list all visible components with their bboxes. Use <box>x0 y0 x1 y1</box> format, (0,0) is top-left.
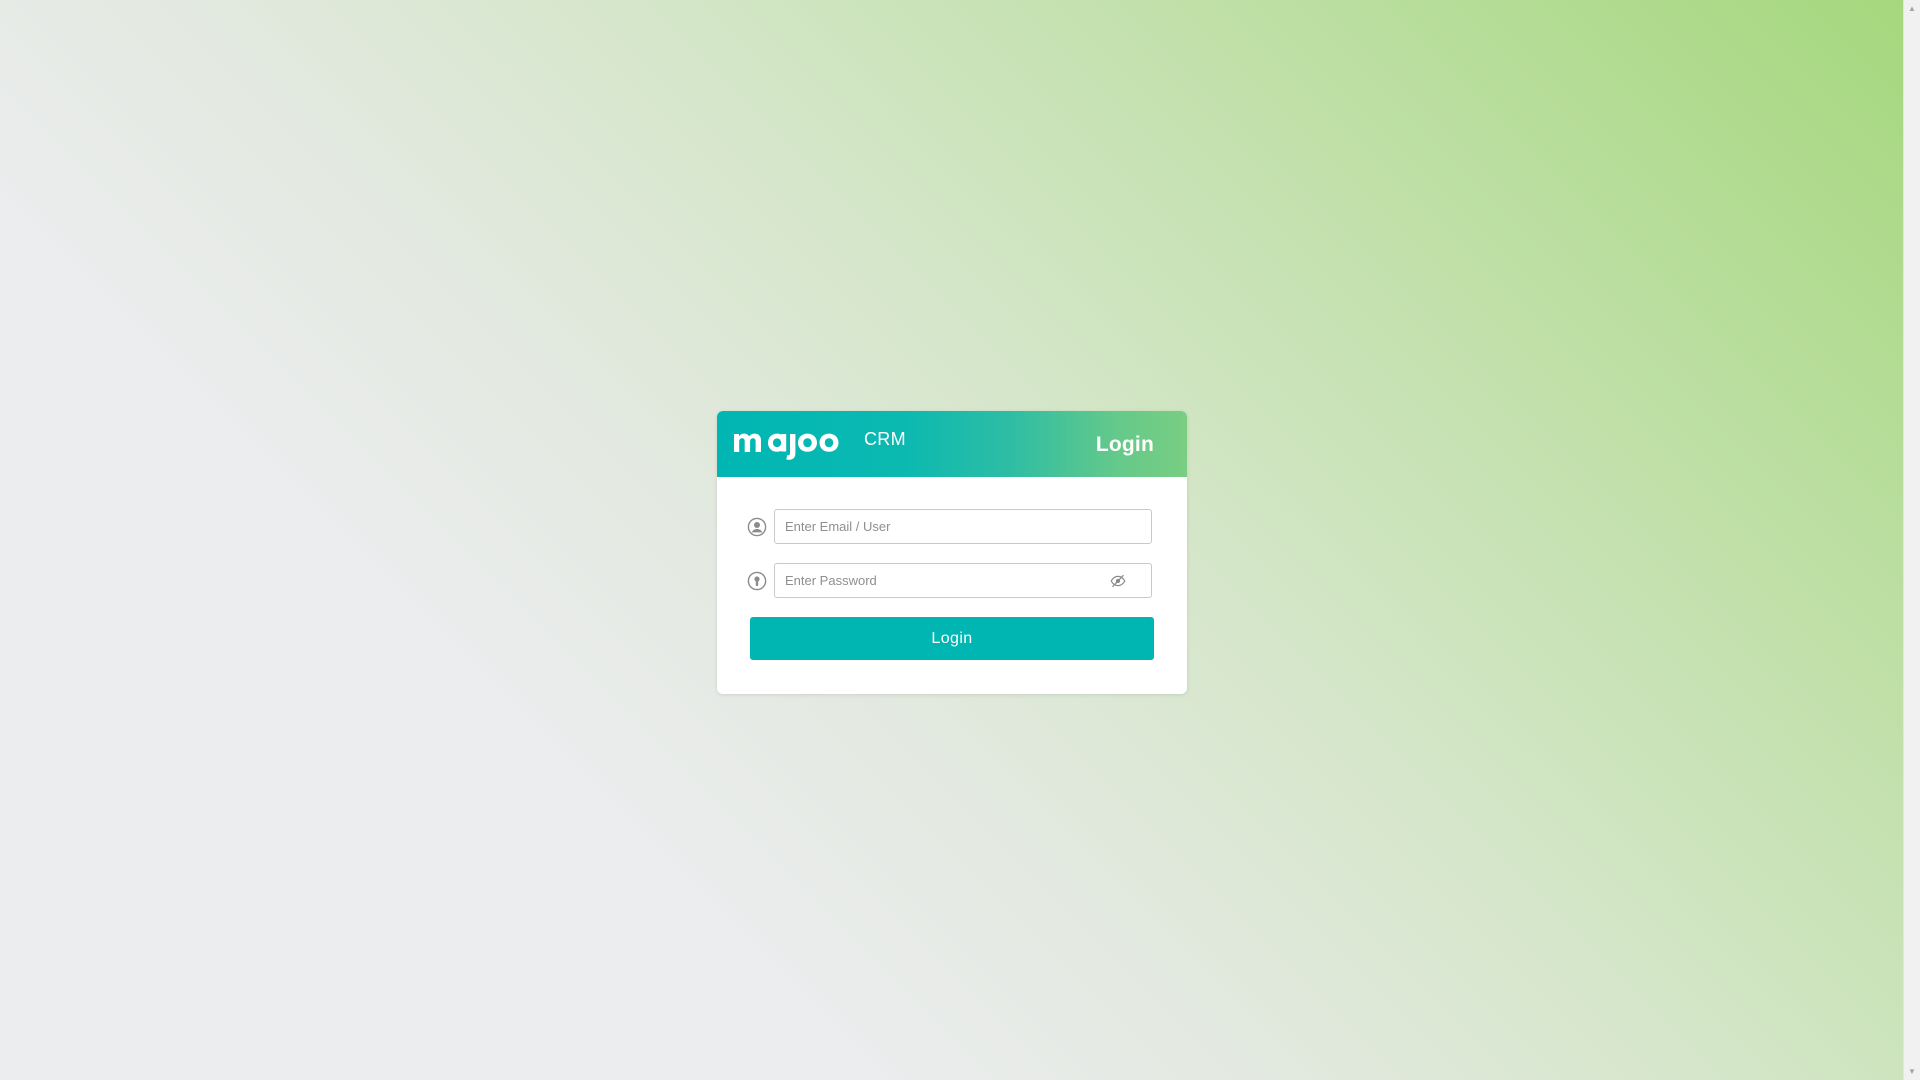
scroll-down-icon[interactable]: ▼ <box>1904 1063 1920 1080</box>
password-row <box>747 563 1157 598</box>
scroll-up-icon[interactable]: ▲ <box>1904 0 1920 17</box>
login-card-header: CRM Login <box>717 411 1187 477</box>
eye-off-icon[interactable] <box>1110 574 1126 588</box>
user-circle-icon <box>747 517 767 537</box>
majoo-logo <box>734 433 839 460</box>
vertical-scrollbar[interactable]: ▲ ▼ <box>1903 0 1920 1080</box>
email-row <box>747 509 1157 544</box>
login-card: CRM Login Enter Email / User Login <box>717 411 1187 694</box>
page-background: CRM Login Enter Email / User Login <box>0 0 1903 1080</box>
product-label: CRM <box>864 429 906 449</box>
login-button[interactable]: Login <box>750 617 1154 660</box>
lock-circle-icon <box>747 571 767 591</box>
login-form: Login <box>717 477 1187 694</box>
password-field[interactable] <box>774 563 1152 598</box>
email-field[interactable] <box>774 509 1152 544</box>
login-title: Login <box>1095 433 1154 456</box>
